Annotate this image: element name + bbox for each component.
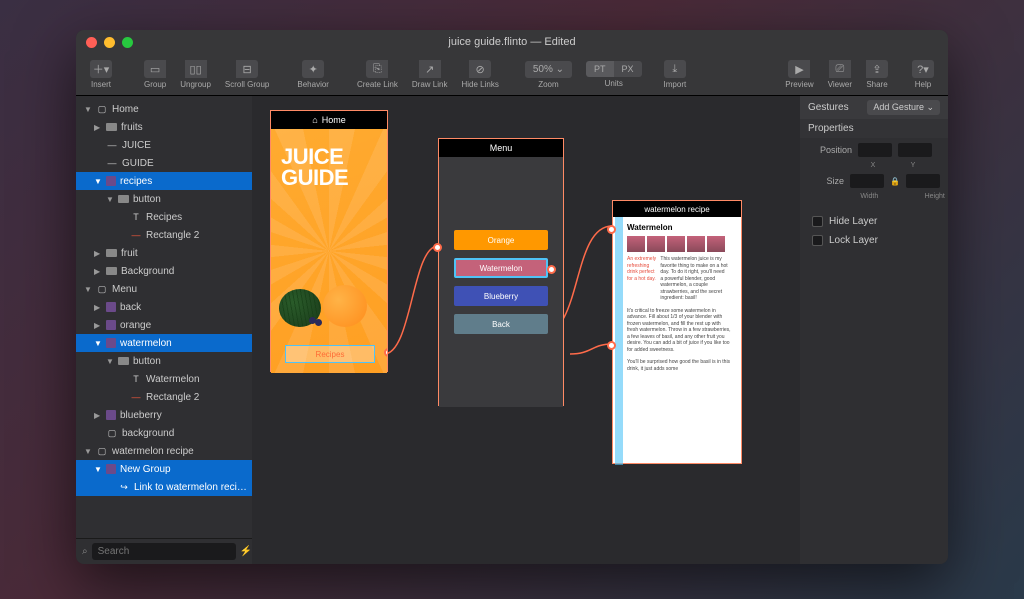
share-button[interactable]: ⇪Share xyxy=(860,60,894,89)
layer-guide[interactable]: —GUIDE xyxy=(76,154,252,172)
layer-button[interactable]: ▼button xyxy=(76,190,252,208)
screen-home[interactable]: ▼▢Home xyxy=(76,100,252,118)
size-width-input[interactable] xyxy=(850,174,884,188)
link-node-in[interactable] xyxy=(433,243,442,252)
link-node[interactable] xyxy=(384,348,387,357)
help-button[interactable]: ?▾Help xyxy=(906,60,940,89)
hide-layer-checkbox[interactable]: Hide Layer xyxy=(800,212,948,231)
traffic-lights xyxy=(86,37,133,48)
preview-button[interactable]: ▶Preview xyxy=(779,60,819,89)
screen-home-canvas[interactable]: ⌂Home JUICEGUIDE Recipes xyxy=(270,110,388,372)
create-link-button[interactable]: ⎘Create Link xyxy=(351,60,404,89)
hide-links-button[interactable]: ⊘Hide Links xyxy=(455,60,504,89)
recipe-p1: This watermelon juice is my favorite thi… xyxy=(660,256,728,302)
orange-button[interactable]: Orange xyxy=(454,230,548,250)
layer-new-group[interactable]: ▼New Group xyxy=(76,460,252,478)
link-node[interactable] xyxy=(547,265,556,274)
orange-image xyxy=(323,285,367,327)
layer-fruit[interactable]: ▶fruit xyxy=(76,244,252,262)
titlebar: juice guide.flinto — Edited xyxy=(76,30,948,54)
add-gesture-button[interactable]: Add Gesture ⌄ xyxy=(867,100,940,115)
behavior-button[interactable]: ✦Behavior xyxy=(291,60,335,89)
link-node-in[interactable] xyxy=(607,341,616,350)
recipe-thumbnails xyxy=(627,236,733,252)
viewer-button[interactable]: ⎚Viewer xyxy=(822,60,858,89)
lock-layer-checkbox[interactable]: Lock Layer xyxy=(800,231,948,250)
recipe-p3: You'll be surprised how good the basil i… xyxy=(627,359,733,372)
recipe-title: Watermelon xyxy=(627,223,733,233)
lock-icon[interactable]: 🔒 xyxy=(890,177,900,186)
minimize-button[interactable] xyxy=(104,37,115,48)
position-x-input[interactable] xyxy=(858,143,892,157)
layer-rectangle2[interactable]: —Rectangle 2 xyxy=(76,226,252,244)
layer-fruits[interactable]: ▶fruits xyxy=(76,118,252,136)
layers-sidebar: ▼▢Home ▶fruits —JUICE —GUIDE ▼recipes ▼b… xyxy=(76,96,252,564)
screen-menu[interactable]: ▼▢Menu xyxy=(76,280,252,298)
layer-tree[interactable]: ▼▢Home ▶fruits —JUICE —GUIDE ▼recipes ▼b… xyxy=(76,96,252,538)
import-button[interactable]: ⤓Import xyxy=(658,60,693,89)
layer-orange[interactable]: ▶orange xyxy=(76,316,252,334)
properties-header: Properties xyxy=(800,119,948,138)
recipe-p2: It's critical to freeze some watermelon … xyxy=(627,308,733,354)
search-input[interactable] xyxy=(92,543,236,560)
group-button[interactable]: ▭Group xyxy=(138,60,172,89)
layer-watermelon[interactable]: ▼watermelon xyxy=(76,334,252,352)
ungroup-button[interactable]: ▯▯Ungroup xyxy=(174,60,217,89)
layer-watermelon-text[interactable]: TWatermelon xyxy=(76,370,252,388)
size-height-input[interactable] xyxy=(906,174,940,188)
gestures-header: Gestures Add Gesture ⌄ xyxy=(800,96,948,119)
layer-background2[interactable]: ▢background xyxy=(76,424,252,442)
blueberry-button[interactable]: Blueberry xyxy=(454,286,548,306)
link-node-in[interactable] xyxy=(607,225,616,234)
layer-link[interactable]: ↪Link to watermelon reci… xyxy=(76,478,252,496)
toolbar: ＋▾Insert ▭Group ▯▯Ungroup ⊟Scroll Group … xyxy=(76,54,948,96)
home-icon: ⌂ xyxy=(312,115,317,125)
app-window: juice guide.flinto — Edited ＋▾Insert ▭Gr… xyxy=(76,30,948,564)
screen-menu-canvas[interactable]: Menu Orange Watermelon Blueberry Back xyxy=(438,138,564,406)
draw-link-button[interactable]: ↗Draw Link xyxy=(406,60,454,89)
layer-button2[interactable]: ▼button xyxy=(76,352,252,370)
back-button[interactable]: Back xyxy=(454,314,548,334)
zoom-control[interactable]: 50% ⌄Zoom xyxy=(525,61,572,89)
scroll-indicator xyxy=(615,217,623,465)
layer-blueberry[interactable]: ▶blueberry xyxy=(76,406,252,424)
recipe-intro: An extremely refreshing drink perfect fo… xyxy=(627,256,659,282)
layer-background[interactable]: ▶Background xyxy=(76,262,252,280)
zoom-button[interactable] xyxy=(122,37,133,48)
layer-juice[interactable]: —JUICE xyxy=(76,136,252,154)
layer-recipes-text[interactable]: TRecipes xyxy=(76,208,252,226)
window-title: juice guide.flinto — Edited xyxy=(76,36,948,48)
layer-rectangle2b[interactable]: —Rectangle 2 xyxy=(76,388,252,406)
screen-watermelon-recipe[interactable]: ▼▢watermelon recipe xyxy=(76,442,252,460)
units-control[interactable]: PTPX Units xyxy=(586,61,642,88)
canvas[interactable]: ⌂Home JUICEGUIDE Recipes Menu Orange Wat… xyxy=(252,96,800,564)
layer-back[interactable]: ▶back xyxy=(76,298,252,316)
layer-recipes[interactable]: ▼recipes xyxy=(76,172,252,190)
scroll-group-button[interactable]: ⊟Scroll Group xyxy=(219,60,275,89)
inspector-panel: Gestures Add Gesture ⌄ Properties Positi… xyxy=(800,96,948,564)
insert-button[interactable]: ＋▾Insert xyxy=(84,60,118,89)
search-icon: ⌕ xyxy=(82,546,88,557)
watermelon-button[interactable]: Watermelon xyxy=(454,258,548,278)
blueberries-image xyxy=(309,317,327,329)
position-y-input[interactable] xyxy=(898,143,932,157)
filter-icon[interactable]: ⚡ xyxy=(240,546,252,557)
close-button[interactable] xyxy=(86,37,97,48)
recipes-button[interactable]: Recipes xyxy=(285,345,375,363)
search-bar: ⌕ ⚡ ⟳ xyxy=(76,538,252,564)
screen-recipe-canvas[interactable]: watermelon recipe Watermelon An extremel… xyxy=(612,200,742,464)
